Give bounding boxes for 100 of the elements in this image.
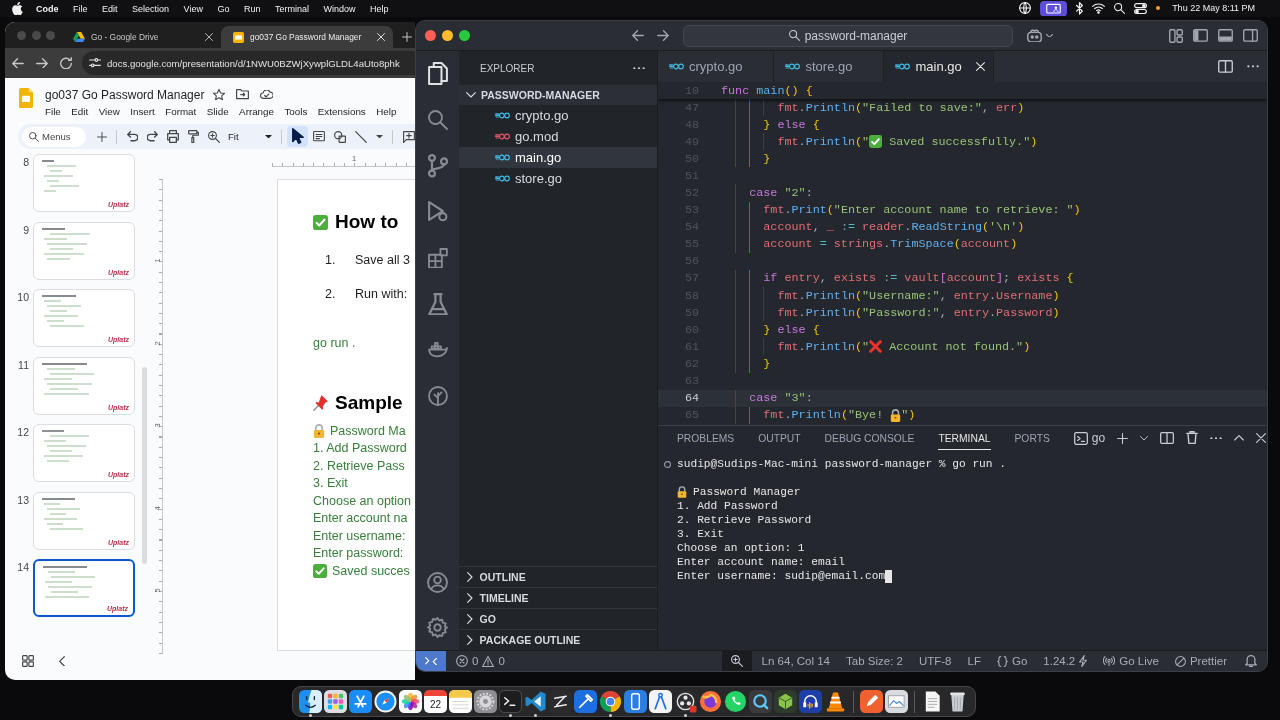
- panel-tab[interactable]: DEBUG CONSOLE: [824, 426, 915, 450]
- app-grid-icon[interactable]: [324, 690, 347, 713]
- panel-tab[interactable]: PROBLEMS: [677, 426, 735, 450]
- menu-item[interactable]: Help: [376, 105, 397, 117]
- zoom-select[interactable]: Fit: [224, 131, 276, 142]
- menu-item[interactable]: Go: [217, 2, 230, 15]
- gear-icon[interactable]: [474, 690, 497, 713]
- chevron-up-icon[interactable]: [1234, 435, 1245, 441]
- tree-item[interactable]: store.go: [459, 168, 657, 189]
- star-icon[interactable]: [213, 88, 226, 101]
- picture-frame-icon[interactable]: [885, 690, 908, 713]
- plus-icon[interactable]: [96, 131, 107, 142]
- globe-icon[interactable]: [1019, 2, 1032, 15]
- menu-item[interactable]: Extensions: [317, 105, 366, 117]
- back-arrow-icon[interactable]: [632, 30, 644, 41]
- flask-icon[interactable]: [427, 292, 448, 316]
- compass-icon[interactable]: [374, 690, 397, 713]
- address-field[interactable]: docs.google.com/presentation/d/1NWU0BZWjXywplGLDL4aUto8phk: [82, 51, 415, 75]
- more-actions-icon[interactable]: [1247, 65, 1259, 68]
- lens-icon[interactable]: [749, 690, 772, 713]
- crossed-sticks-icon[interactable]: [349, 690, 372, 713]
- menu-item[interactable]: File: [73, 2, 88, 15]
- menu-item[interactable]: Window: [323, 2, 356, 15]
- section-header[interactable]: OUTLINE: [459, 566, 657, 587]
- section-header[interactable]: TIMELINE: [459, 587, 657, 608]
- sidebar-left-icon[interactable]: [1193, 29, 1208, 42]
- headphones-icon[interactable]: [799, 690, 822, 713]
- ribbon-icon[interactable]: [524, 690, 547, 713]
- hammer-icon[interactable]: [574, 690, 597, 713]
- forward-arrow-icon[interactable]: [657, 30, 669, 41]
- tree-item[interactable]: crypto.go: [459, 105, 657, 126]
- menu-item[interactable]: Arrange: [239, 105, 274, 117]
- run-debug-icon[interactable]: [427, 201, 448, 223]
- traffic-cone-icon[interactable]: [824, 690, 847, 713]
- window-zoom-button[interactable]: [459, 30, 470, 41]
- menu-item[interactable]: File: [45, 105, 61, 117]
- undo-icon[interactable]: [126, 131, 138, 142]
- zoom-button[interactable]: [721, 651, 752, 671]
- search-icon[interactable]: [1114, 3, 1126, 14]
- document-title[interactable]: go037 Go Password Manager: [45, 87, 205, 102]
- version-button[interactable]: 1.24.2: [1043, 654, 1088, 668]
- chevron-down-icon[interactable]: [1140, 435, 1149, 441]
- account-icon[interactable]: [427, 572, 448, 593]
- apple-icon[interactable]: [12, 1, 23, 16]
- split-editor-icon[interactable]: [1218, 60, 1233, 73]
- settings-gear-icon[interactable]: [427, 617, 448, 638]
- more-actions-icon[interactable]: [1210, 436, 1223, 440]
- calendar-date-tile[interactable]: 22: [424, 690, 447, 713]
- panel-tab[interactable]: TERMINAL: [938, 426, 991, 450]
- cloud-check-icon[interactable]: [260, 90, 274, 99]
- line-ending-button[interactable]: LF: [967, 655, 981, 667]
- menu-item[interactable]: Edit: [102, 2, 118, 15]
- menu-item[interactable]: Slide: [206, 105, 229, 117]
- new-tab-icon[interactable]: [402, 32, 412, 42]
- clock[interactable]: Thu 22 May 8:11 PM: [1172, 2, 1255, 15]
- grid-view-icon[interactable]: [22, 655, 34, 667]
- panel-tab[interactable]: OUTPUT: [758, 426, 801, 450]
- app-menu[interactable]: Code: [36, 2, 59, 15]
- close-icon[interactable]: [205, 33, 213, 41]
- chevron-down-icon[interactable]: [1046, 33, 1053, 38]
- forward-arrow-icon[interactable]: [36, 57, 48, 69]
- flower-icon[interactable]: [399, 690, 422, 713]
- editor-tab[interactable]: main.go: [884, 51, 994, 82]
- whale-icon[interactable]: [427, 342, 448, 358]
- browser-tab[interactable]: go037 Go Password Manager: [221, 26, 393, 48]
- menu-item[interactable]: Run: [243, 2, 261, 15]
- wifi-icon[interactable]: [1092, 3, 1106, 14]
- indentation-button[interactable]: Tab Size: 2: [846, 655, 903, 667]
- menu-item[interactable]: View: [98, 105, 120, 117]
- reload-icon[interactable]: [60, 56, 72, 70]
- scrollbar[interactable]: [142, 367, 147, 564]
- command-center-search[interactable]: password-manager: [683, 24, 1013, 47]
- tree-item[interactable]: main.go: [459, 147, 657, 168]
- more-actions-icon[interactable]: [633, 66, 645, 70]
- split-terminal-icon[interactable]: [1160, 431, 1175, 445]
- notepad-icon[interactable]: [449, 690, 472, 713]
- extensions-icon[interactable]: [427, 247, 448, 269]
- menu-item[interactable]: View: [183, 2, 203, 15]
- panel-bottom-icon[interactable]: [1218, 29, 1233, 42]
- control-toggles-icon[interactable]: [1134, 2, 1148, 15]
- drafting-compass-icon[interactable]: [649, 690, 672, 713]
- back-arrow-icon[interactable]: [12, 57, 24, 69]
- add-comment-icon[interactable]: [402, 130, 415, 143]
- menu-item[interactable]: Tools: [284, 105, 308, 117]
- menu-search-field[interactable]: Menus: [22, 126, 86, 147]
- zoom-in-icon[interactable]: [207, 130, 220, 143]
- fox-globe-icon[interactable]: [699, 690, 722, 713]
- language-button[interactable]: Go: [996, 655, 1028, 667]
- layout-icon[interactable]: [1169, 28, 1183, 43]
- menu-item[interactable]: Insert: [130, 105, 155, 117]
- tree-circle-icon[interactable]: [427, 386, 448, 406]
- terminal-icon[interactable]: [499, 690, 522, 713]
- menu-item[interactable]: Help: [370, 2, 389, 15]
- bell-icon[interactable]: [1245, 655, 1257, 667]
- menu-item[interactable]: Format: [165, 105, 197, 117]
- redo-icon[interactable]: [146, 131, 158, 142]
- menu-item[interactable]: Terminal: [274, 2, 309, 15]
- formatter-button[interactable]: Prettier: [1174, 655, 1227, 667]
- screen-person-icon[interactable]: [1040, 0, 1068, 17]
- folder-item[interactable]: PASSWORD-MANAGER: [459, 85, 657, 105]
